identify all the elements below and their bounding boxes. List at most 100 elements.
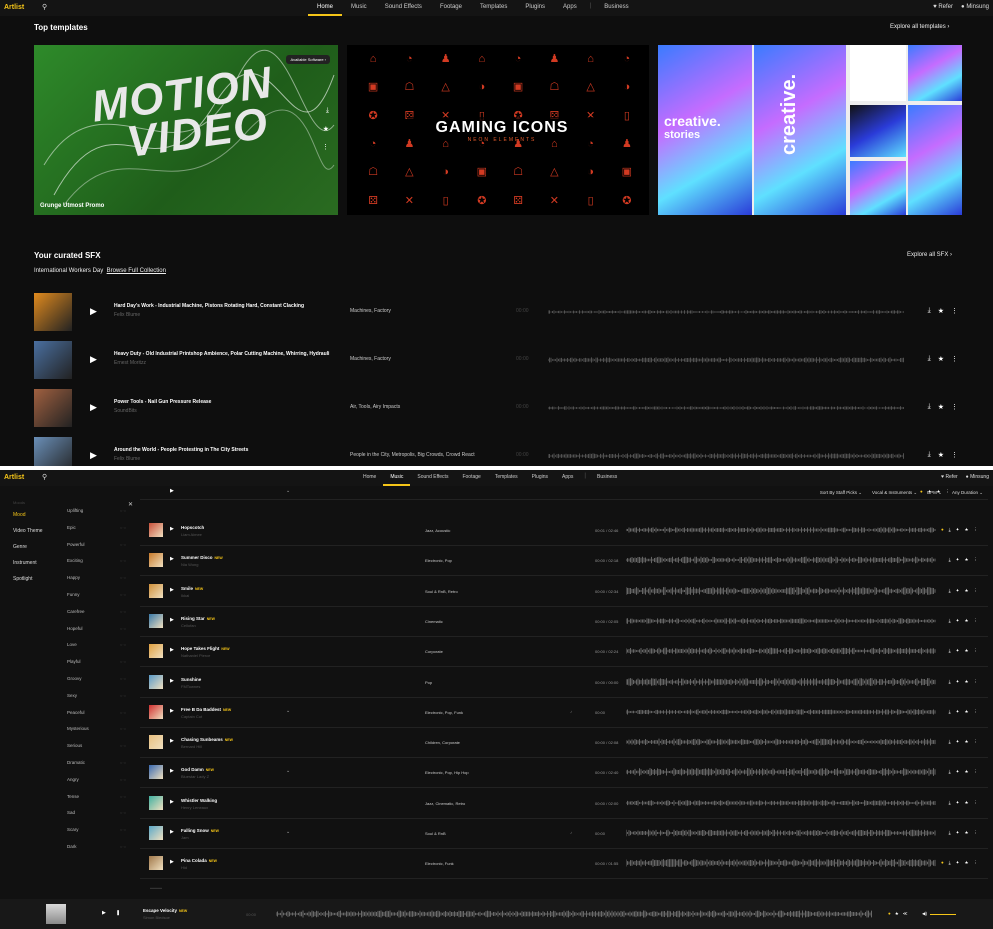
include-icon[interactable]: ○	[120, 575, 122, 580]
exclude-icon[interactable]: ○	[124, 508, 126, 513]
track-thumbnail[interactable]	[149, 613, 163, 628]
mood-toggle[interactable]: ○ ○	[120, 525, 126, 542]
track-name[interactable]: Pina Colada NEW	[181, 858, 217, 863]
exclude-icon[interactable]: ○	[124, 592, 126, 597]
play-icon[interactable]: ▶	[170, 526, 174, 532]
sfx-tags[interactable]: People in the City, Metropolis, Big Crow…	[350, 452, 475, 458]
mood-toggle[interactable]: ○ ○	[120, 844, 126, 861]
mood-toggle[interactable]: ○ ○	[120, 810, 126, 827]
magic-icon[interactable]: ✦	[956, 588, 960, 594]
include-icon[interactable]: ○	[120, 626, 122, 631]
more-icon[interactable]: ⋮	[974, 588, 979, 594]
more-icon[interactable]: ⋮	[951, 355, 958, 363]
mood-filter-item[interactable]: Tense	[67, 794, 89, 811]
nav-plugins[interactable]: Plugins	[516, 0, 554, 16]
sfx-name[interactable]: Around the World - People Protesting in …	[114, 447, 248, 453]
download-icon[interactable]: ⤓	[928, 307, 931, 315]
chevron-down-icon[interactable]: ⌄	[286, 768, 290, 774]
nav-apps[interactable]: Apps	[554, 0, 586, 16]
download-icon[interactable]: ⤓	[928, 355, 931, 363]
explore-sfx-link[interactable]: Explore all SFX ›	[907, 252, 952, 258]
star-icon[interactable]: ★	[938, 451, 944, 459]
play-icon[interactable]: ▶	[170, 799, 174, 805]
download-icon[interactable]: ⤓	[949, 739, 951, 745]
download-icon[interactable]: ⤓	[949, 527, 951, 533]
track-tags[interactable]: Electronic, Pop, Funk	[425, 710, 463, 715]
magic-icon[interactable]: ✦	[928, 489, 932, 495]
sfx-name[interactable]: Heavy Duty - Old Industrial Printshop Am…	[114, 351, 329, 357]
exclude-icon[interactable]: ○	[124, 726, 126, 731]
include-icon[interactable]: ○	[120, 542, 122, 547]
more-icon[interactable]: ⋮	[951, 403, 958, 411]
download-icon[interactable]: ⤓	[928, 403, 931, 411]
player-thumbnail[interactable]	[46, 904, 66, 924]
magic-icon[interactable]: ✦	[956, 648, 960, 654]
mood-toggle[interactable]: ○ ○	[120, 592, 126, 609]
category-item[interactable]: Video Theme	[13, 528, 43, 544]
player-artist[interactable]: Simon Biedsoe	[143, 915, 170, 920]
track-waveform[interactable]	[626, 525, 936, 535]
star-icon[interactable]: ★	[938, 307, 944, 315]
exclude-icon[interactable]: ○	[124, 676, 126, 681]
mood-filter-item[interactable]: Love	[67, 642, 89, 659]
track-tags[interactable]: Pop	[425, 680, 432, 685]
track-artist[interactable]: Jam	[181, 835, 189, 840]
exclude-icon[interactable]: ○	[124, 609, 126, 614]
sfx-artist[interactable]: Felix Blume	[114, 456, 140, 462]
mood-toggle[interactable]: ○ ○	[120, 710, 126, 727]
mood-toggle[interactable]: ○ ○	[120, 542, 126, 559]
chevron-down-icon[interactable]: ⌄	[286, 708, 290, 714]
mood-toggle[interactable]: ○ ○	[120, 693, 126, 710]
download-icon[interactable]: ⤓	[949, 709, 951, 715]
star-icon[interactable]: ★	[964, 800, 968, 806]
close-icon[interactable]: ✕	[128, 501, 133, 508]
exclude-icon[interactable]: ○	[124, 743, 126, 748]
user-menu[interactable]: ● Minsung	[966, 474, 989, 480]
play-icon[interactable]: ▶	[170, 768, 174, 774]
download-icon[interactable]: ⤓	[326, 107, 329, 115]
browse-collection-link[interactable]: Browse Full Collection	[107, 268, 166, 274]
mood-toggle[interactable]: ○ ○	[120, 558, 126, 575]
mood-filter-item[interactable]: Mysterious	[67, 726, 89, 743]
track-row[interactable]: ▶ God Damn NEW Bluestar Lady Z ⌄ Electron…	[140, 758, 988, 789]
refer-link[interactable]: ♥ Refer	[933, 4, 953, 10]
pause-icon[interactable]: ❚	[116, 910, 120, 916]
exclude-icon[interactable]: ○	[124, 558, 126, 563]
sfx-waveform[interactable]	[548, 451, 904, 461]
play-icon[interactable]: ▶	[170, 488, 174, 494]
mood-toggle[interactable]: ○ ○	[120, 726, 126, 743]
mood-filter-item[interactable]: Powerful	[67, 542, 89, 559]
magic-icon[interactable]: ✦	[956, 557, 960, 563]
nav-footage[interactable]: Footage	[431, 0, 471, 16]
template-card-gaming-icons[interactable]: ⌂ ◔ ♟ ⌂ ◔ ♟ ⌂ ◔ ▣ ☖ △ ◑ ▣ ☖ △ ◑ ✪ ⚄ ✕ ▯ ✪ ⚄ ✕ ▯ ◔ ♟ ⌂ ◔ ♟ ⌂ ◔ ♟ ☖ △ ◑ ▣…	[347, 45, 649, 215]
player-waveform[interactable]	[276, 909, 872, 919]
sfx-tags[interactable]: Air, Tools, Airy Impacts	[350, 404, 400, 410]
track-tags[interactable]: Soul & RnB	[425, 831, 446, 836]
sfx-name[interactable]: Hard Day's Work - Industrial Machine, Pi…	[114, 303, 304, 309]
search-icon[interactable]: ⚲	[42, 473, 47, 481]
include-icon[interactable]: ○	[120, 844, 122, 849]
track-artist[interactable]: Hid	[181, 865, 187, 870]
track-thumbnail[interactable]	[149, 523, 163, 537]
track-artist[interactable]: Cellofan	[181, 623, 196, 628]
mood-toggle[interactable]: ○ ○	[120, 626, 126, 643]
sfx-row[interactable]: ▶ Hard Day's Work - Industrial Machine, …	[34, 293, 962, 333]
track-waveform[interactable]	[626, 828, 936, 838]
play-icon[interactable]: ▶	[90, 354, 97, 365]
download-icon[interactable]: ⤓	[949, 830, 951, 836]
link-icon[interactable]: ≪	[903, 911, 908, 917]
play-icon[interactable]: ▶	[170, 556, 174, 562]
star-icon[interactable]: ★	[938, 403, 944, 411]
more-icon[interactable]: ⋮	[974, 618, 979, 624]
track-thumbnail[interactable]	[149, 735, 163, 750]
include-icon[interactable]: ○	[120, 693, 122, 698]
star-icon[interactable]: ★	[964, 709, 968, 715]
track-thumbnail[interactable]	[149, 583, 163, 598]
nav-business[interactable]: Business	[595, 0, 637, 16]
download-icon[interactable]: ⤓	[949, 769, 951, 775]
track-tags[interactable]: Electronic, Pop, Hip Hop	[425, 770, 469, 775]
track-thumbnail[interactable]	[149, 826, 163, 840]
nav-music[interactable]: Music	[383, 470, 411, 486]
star-icon[interactable]: ★	[964, 557, 968, 563]
more-icon[interactable]: ⋮	[974, 679, 979, 685]
